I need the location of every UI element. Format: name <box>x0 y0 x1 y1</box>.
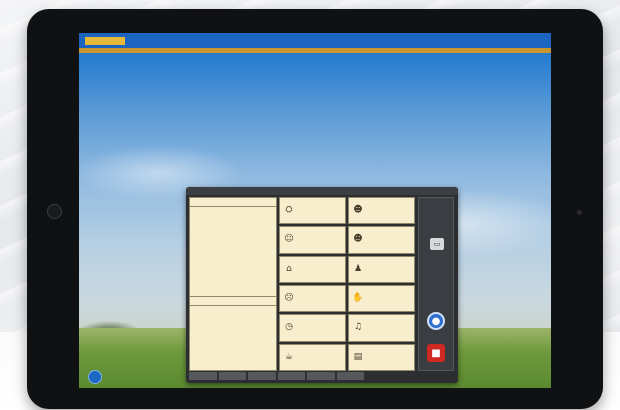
symbol-cell[interactable]: ▤ <box>348 343 415 371</box>
symbol-cell[interactable]: ☻ <box>348 226 415 254</box>
hand-icon: ✋ <box>352 293 364 304</box>
food-icon: ☕ <box>284 351 294 362</box>
symbol-cell[interactable]: ⛭ <box>279 197 346 225</box>
symbol-cell[interactable]: ☻ <box>348 197 415 225</box>
status-strip <box>79 48 551 53</box>
symbol-cell[interactable]: ✋ <box>348 285 415 313</box>
symbol-grid: ⛭ ☻ ☺ ☻ ⌂ ♟ ☹ ✋ ◷ ♫ ☕ ▤ <box>279 197 415 371</box>
page-tab[interactable] <box>336 372 364 380</box>
symbol-cell[interactable]: ◷ <box>279 314 346 342</box>
page-tabs <box>189 372 364 380</box>
symbol-cell[interactable]: ♟ <box>348 255 415 283</box>
keyboard-icon[interactable]: ▭ <box>430 238 444 250</box>
message-pane[interactable] <box>189 197 277 371</box>
page-tab[interactable] <box>189 372 217 380</box>
clock-icon: ◷ <box>285 322 293 333</box>
sad-face-icon: ☹ <box>284 293 294 304</box>
symbol-cell[interactable]: ☹ <box>279 285 346 313</box>
divider <box>190 296 276 297</box>
person-icon: ☺ <box>284 234 294 245</box>
people-icon: ☻ <box>353 205 363 216</box>
family-icon: ☻ <box>353 234 363 245</box>
toilet-icon: ⛭ <box>285 205 293 216</box>
speak-button[interactable]: ● <box>427 312 445 330</box>
board-title-strip <box>186 187 458 195</box>
sidebar-label <box>421 200 451 208</box>
tablet-screen: ⛭ ☻ ☺ ☻ ⌂ ♟ ☹ ✋ ◷ ♫ ☕ ▤ ▭ ● ■ <box>79 33 551 388</box>
browser-toolbar <box>79 33 551 48</box>
app-logo[interactable] <box>85 36 125 45</box>
stop-button[interactable]: ■ <box>427 344 445 362</box>
page-tab[interactable] <box>277 372 305 380</box>
book-icon: ▤ <box>353 351 363 362</box>
house-icon: ⌂ <box>286 263 292 274</box>
communication-board: ⛭ ☻ ☺ ☻ ⌂ ♟ ☹ ✋ ◷ ♫ ☕ ▤ ▭ ● ■ <box>186 187 458 383</box>
camera-icon <box>577 210 582 215</box>
activity-icon: ♟ <box>353 263 363 274</box>
message-pane-header <box>190 198 276 207</box>
symbol-cell[interactable]: ☺ <box>279 226 346 254</box>
symbol-cell[interactable]: ⌂ <box>279 255 346 283</box>
symbol-cell[interactable]: ♫ <box>348 314 415 342</box>
home-button[interactable] <box>47 204 62 219</box>
music-icon: ♫ <box>353 322 363 333</box>
page-tab[interactable] <box>307 372 335 380</box>
page-tab[interactable] <box>218 372 246 380</box>
message-pane-subheader <box>190 298 276 306</box>
action-sidebar: ▭ ● ■ <box>418 197 454 371</box>
page-tab[interactable] <box>248 372 276 380</box>
launcher-button[interactable] <box>88 370 102 384</box>
symbol-cell[interactable]: ☕ <box>279 343 346 371</box>
